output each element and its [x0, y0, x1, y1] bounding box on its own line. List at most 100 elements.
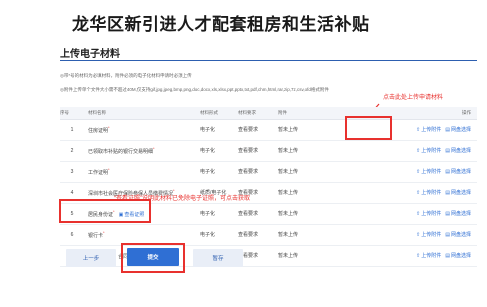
- network-disk-button[interactable]: ▤网盘选择: [445, 189, 471, 196]
- upload-icon: ⇧: [416, 253, 421, 259]
- network-disk-label: 网盘选择: [450, 190, 471, 196]
- network-disk-button[interactable]: ▤网盘选择: [445, 231, 471, 238]
- upload-label: 上传附件: [421, 232, 442, 238]
- view-requirement-link[interactable]: 查看要求: [234, 224, 274, 246]
- upload-label: 上传附件: [421, 190, 442, 196]
- upload-highlight-box: [345, 116, 392, 140]
- upload-attachment-button[interactable]: ⇧上传附件: [416, 210, 441, 217]
- required-marker: *: [153, 146, 155, 152]
- table-row: 1 住房证明* 电子化 查看要求 暂未上传 ⇧上传附件 ▤网盘选择: [60, 119, 477, 141]
- upload-icon: ⇧: [416, 232, 421, 238]
- network-disk-label: 网盘选择: [450, 232, 471, 238]
- folder-icon: ▤: [445, 211, 450, 217]
- material-name-cell: 已领取市补贴的银行交易明细*: [84, 140, 196, 162]
- upload-label: 上传附件: [421, 148, 442, 154]
- upload-attachment-button[interactable]: ⇧上传附件: [416, 168, 441, 175]
- attachment-status: 暂未上传: [274, 203, 344, 225]
- folder-icon: ▤: [445, 127, 450, 133]
- upload-icon: ⇧: [416, 169, 421, 175]
- material-name: 住房证明: [88, 127, 109, 134]
- folder-icon: ▤: [445, 253, 450, 259]
- header-index: 序号: [60, 107, 84, 120]
- upload-icon: ⇧: [416, 127, 421, 133]
- required-marker: *: [103, 230, 105, 236]
- upload-attachment-button[interactable]: ⇧上传附件: [416, 126, 441, 133]
- folder-icon: ▤: [445, 148, 450, 154]
- material-name: 工作证明: [88, 169, 109, 176]
- upload-attachment-button[interactable]: ⇧上传附件: [416, 252, 441, 259]
- row-index: 6: [60, 224, 84, 246]
- operation-cell: ⇧上传附件 ▤网盘选择: [344, 182, 477, 204]
- page-title: 龙华区新引进人才配套租房和生活补贴: [72, 15, 370, 34]
- required-marker: *: [108, 125, 110, 131]
- note-required: ◎带*号的材料为必填材料，附件必须的电子化材料申请时必须上传: [60, 73, 192, 78]
- header-form: 材料形式: [196, 107, 234, 120]
- upload-attachment-button[interactable]: ⇧上传附件: [416, 231, 441, 238]
- header-requirement: 材料要求: [234, 107, 274, 120]
- section-title: 上传电子材料: [60, 49, 120, 60]
- folder-icon: ▤: [445, 169, 450, 175]
- material-name-cell: 工作证明*: [84, 161, 196, 183]
- section-divider: [60, 60, 477, 61]
- view-requirement-link[interactable]: 查看要求: [234, 140, 274, 162]
- material-form: 电子化: [196, 119, 234, 141]
- upload-attachment-button[interactable]: ⇧上传附件: [416, 147, 441, 154]
- upload-attachment-button[interactable]: ⇧上传附件: [416, 189, 441, 196]
- material-name: 银行卡: [88, 232, 104, 239]
- operation-cell: ⇧上传附件 ▤网盘选择: [344, 203, 477, 225]
- material-form: 电子化: [196, 203, 234, 225]
- network-disk-button[interactable]: ▤网盘选择: [445, 126, 471, 133]
- table-row: 6 银行卡* 电子化 查看要求 暂未上传 ⇧上传附件 ▤网盘选择: [60, 224, 477, 246]
- table-row: 3 工作证明* 电子化 查看要求 暂未上传 ⇧上传附件 ▤网盘选择: [60, 161, 477, 183]
- attachment-status: 暂未上传: [274, 224, 344, 246]
- upload-label: 上传附件: [421, 211, 442, 217]
- header-attachment: 附件: [274, 107, 344, 120]
- view-requirement-link[interactable]: 查看要求: [234, 161, 274, 183]
- network-disk-button[interactable]: ▤网盘选择: [445, 252, 471, 259]
- network-disk-button[interactable]: ▤网盘选择: [445, 147, 471, 154]
- submit-button[interactable]: 提交: [127, 248, 179, 266]
- network-disk-button[interactable]: ▤网盘选择: [445, 168, 471, 175]
- operation-cell: ⇧上传附件 ▤网盘选择: [344, 161, 477, 183]
- attachment-status: 暂未上传: [274, 245, 344, 267]
- network-disk-label: 网盘选择: [450, 211, 471, 217]
- material-name-cell: 银行卡*: [84, 224, 196, 246]
- view-requirement-link[interactable]: 查看要求: [234, 203, 274, 225]
- network-disk-label: 网盘选择: [450, 169, 471, 175]
- folder-icon: ▤: [445, 232, 450, 238]
- operation-cell: ⇧上传附件 ▤网盘选择: [344, 245, 477, 267]
- network-disk-label: 网盘选择: [450, 253, 471, 259]
- header-name: 材料名称: [84, 107, 196, 120]
- row-index: 3: [60, 161, 84, 183]
- attachment-status: 暂未上传: [274, 140, 344, 162]
- material-form: 电子化: [196, 140, 234, 162]
- upload-icon: ⇧: [416, 211, 421, 217]
- network-disk-label: 网盘选择: [450, 127, 471, 133]
- prev-step-button[interactable]: 上一步: [66, 249, 116, 267]
- network-disk-button[interactable]: ▤网盘选择: [445, 210, 471, 217]
- attachment-status: 暂未上传: [274, 119, 344, 141]
- note-file-size: ◎附件上传单个文件大小需不超过40M,仅支持gif,jpg,jpeg,bmp,p…: [60, 87, 329, 92]
- material-name: 已领取市补贴的银行交易明细: [88, 148, 154, 155]
- upload-label: 上传附件: [421, 169, 442, 175]
- upload-label: 上传附件: [421, 127, 442, 133]
- row-index: 1: [60, 119, 84, 141]
- attachment-status: 暂未上传: [274, 161, 344, 183]
- operation-cell: ⇧上传附件 ▤网盘选择: [344, 224, 477, 246]
- view-requirement-link[interactable]: 查看要求: [234, 119, 274, 141]
- material-name-cell: 住房证明*: [84, 119, 196, 141]
- required-marker: *: [108, 167, 110, 173]
- operation-cell: ⇧上传附件 ▤网盘选择: [344, 140, 477, 162]
- save-draft-button[interactable]: 暂存: [193, 249, 243, 267]
- table-header-row: 序号 材料名称 材料形式 材料要求 附件 操作: [60, 107, 477, 120]
- check-cert-annotation: “查看证照”说明此材料已免除电子证照，可点击获取: [114, 196, 250, 202]
- folder-icon: ▤: [445, 190, 450, 196]
- check-cert-highlight-box: [59, 199, 151, 223]
- table-row: 2 已领取市补贴的银行交易明细* 电子化 查看要求 暂未上传 ⇧上传附件 ▤网盘选择: [60, 140, 477, 162]
- material-form: 电子化: [196, 161, 234, 183]
- upload-label: 上传附件: [421, 253, 442, 259]
- upload-icon: ⇧: [416, 148, 421, 154]
- attachment-status: 暂未上传: [274, 182, 344, 204]
- upload-icon: ⇧: [416, 190, 421, 196]
- upload-hint-annotation: 点击此处上传申请材料: [383, 95, 444, 101]
